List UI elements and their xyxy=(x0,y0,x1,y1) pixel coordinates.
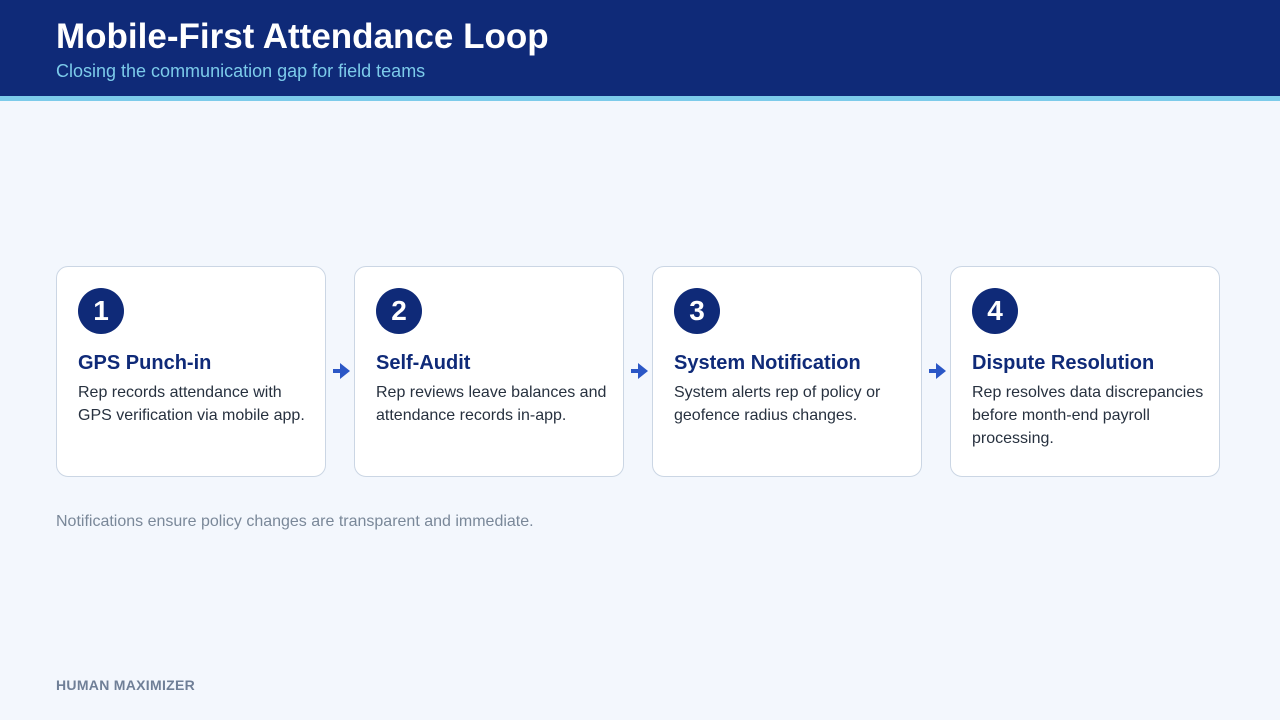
step-description: Rep records attendance with GPS verifica… xyxy=(78,384,305,424)
step-description: System alerts rep of policy or geofence … xyxy=(674,384,881,424)
header-accent-line xyxy=(0,96,1280,101)
brand-footer: HUMAN MAXIMIZER xyxy=(56,677,196,693)
step-card-1: 1 GPS Punch-in Rep records attendance wi… xyxy=(56,266,326,477)
page-title: Mobile-First Attendance Loop xyxy=(56,17,549,56)
process-steps: 1 GPS Punch-in Rep records attendance wi… xyxy=(56,266,1223,479)
step-description: Rep reviews leave balances and attendanc… xyxy=(376,384,607,424)
page-subtitle: Closing the communication gap for field … xyxy=(56,61,426,81)
step-number-badge: 2 xyxy=(376,288,422,334)
step-title: System Notification xyxy=(674,352,861,374)
step-number-badge: 3 xyxy=(674,288,720,334)
footnote: Notifications ensure policy changes are … xyxy=(56,513,534,530)
step-card-2: 2 Self-Audit Rep reviews leave balances … xyxy=(354,266,624,477)
arrow-right-icon xyxy=(929,363,946,379)
step-title: Dispute Resolution xyxy=(972,352,1155,374)
arrow-right-icon xyxy=(333,363,350,379)
arrow-right-icon xyxy=(631,363,648,379)
step-number-badge: 1 xyxy=(78,288,124,334)
step-number-badge: 4 xyxy=(972,288,1018,334)
step-description: Rep resolves data discrepancies before m… xyxy=(972,384,1204,447)
step-title: GPS Punch-in xyxy=(78,352,212,374)
step-title: Self-Audit xyxy=(376,352,471,374)
step-card-4: 4 Dispute Resolution Rep resolves data d… xyxy=(950,266,1220,477)
step-card-3: 3 System Notification System alerts rep … xyxy=(652,266,922,477)
